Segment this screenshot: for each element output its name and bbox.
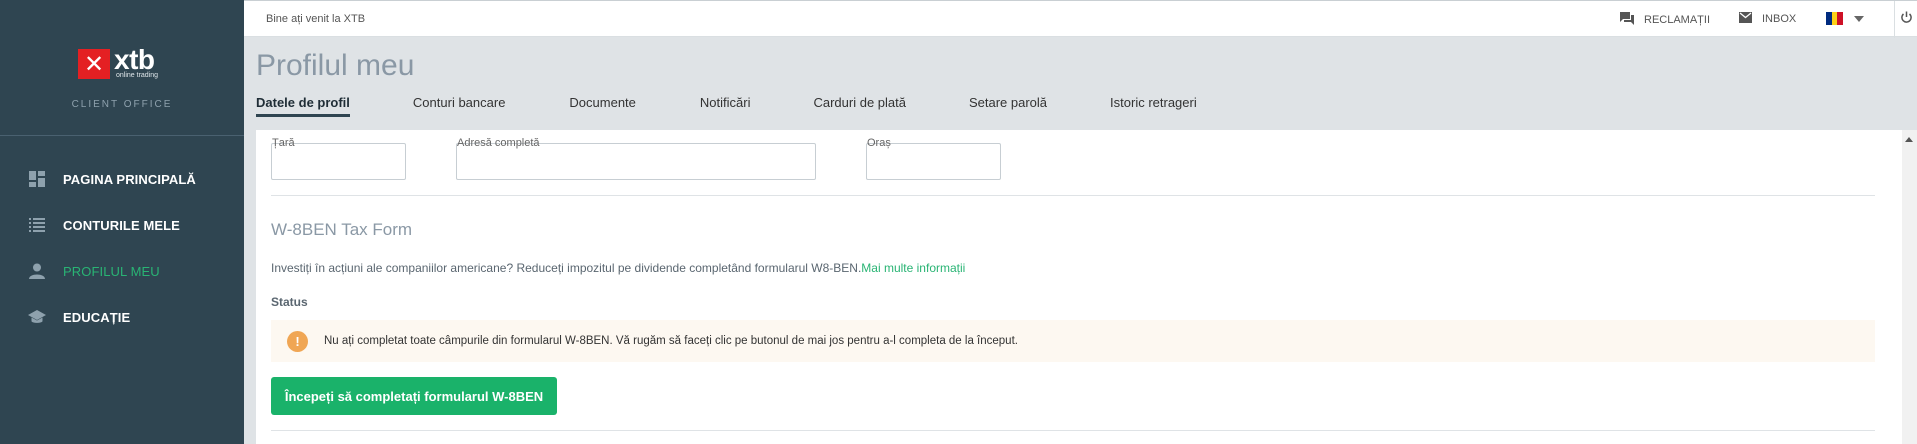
tab-withdrawal-history[interactable]: Istoric retrageri — [1110, 95, 1197, 117]
language-selector[interactable] — [1826, 12, 1864, 25]
tab-payment-cards[interactable]: Carduri de plată — [813, 95, 906, 117]
inbox-link[interactable]: INBOX — [1739, 12, 1796, 26]
tab-password-settings[interactable]: Setare parolă — [969, 95, 1047, 117]
complaints-label: RECLAMAȚII — [1644, 14, 1711, 26]
content-scrollbar[interactable] — [1902, 130, 1917, 444]
warning-text: Nu ați completat toate câmpurile din for… — [324, 335, 1018, 347]
welcome-text: Bine ați venit la XTB — [266, 13, 366, 25]
logo-mark-icon: ✕ — [78, 49, 110, 79]
logo-brand: xtb — [114, 44, 155, 75]
address-label: Adresă completă — [457, 137, 540, 149]
tab-notifications[interactable]: Notificări — [700, 95, 751, 117]
chevron-down-icon — [1854, 15, 1864, 22]
bottom-divider — [271, 430, 1875, 431]
sidebar-item-education[interactable]: EDUCAȚIE — [0, 294, 244, 340]
logout-button[interactable] — [1894, 1, 1917, 38]
w8ben-title: W-8BEN Tax Form — [271, 220, 413, 239]
more-info-link[interactable]: Mai multe informații — [861, 261, 965, 275]
sidebar-item-home[interactable]: PAGINA PRINCIPALĂ — [0, 156, 244, 202]
start-w8ben-button[interactable]: Începeți să completați formularul W-8BEN — [271, 377, 557, 415]
mail-icon — [1739, 12, 1752, 26]
w8ben-info: Investiți în acțiuni ale companiilor ame… — [271, 261, 965, 275]
page-title: Profilul meu — [256, 49, 415, 82]
country-label: Țară — [272, 137, 295, 149]
status-warning: ! Nu ați completat toate câmpurile din f… — [271, 320, 1875, 362]
tab-profile-data[interactable]: Datele de profil — [256, 95, 350, 117]
sidebar-item-label: CONTURILE MELE — [63, 217, 180, 233]
user-icon — [28, 262, 46, 280]
romania-flag-icon — [1826, 12, 1844, 25]
graduation-cap-icon — [28, 308, 46, 326]
address-field[interactable]: Adresă completă — [456, 137, 816, 180]
sidebar-item-label: PAGINA PRINCIPALĂ — [63, 171, 196, 187]
sidebar-item-label: PROFILUL MEU — [63, 263, 160, 279]
country-field[interactable]: Țară — [271, 137, 406, 180]
sidebar-item-label: EDUCAȚIE — [63, 309, 131, 325]
status-label: Status — [271, 295, 308, 309]
list-icon — [28, 216, 46, 234]
tab-bank-accounts[interactable]: Conturi bancare — [413, 95, 506, 117]
scroll-up-arrow-icon[interactable] — [1905, 137, 1913, 142]
chat-icon — [1620, 12, 1634, 28]
client-office-label: CLIENT OFFICE — [71, 99, 173, 110]
warning-icon: ! — [287, 330, 308, 352]
profile-content: Țară Adresă completă Oraș W-8BEN Tax For… — [256, 130, 1917, 444]
city-label: Oraș — [867, 137, 891, 149]
section-divider — [271, 195, 1875, 196]
sidebar-item-accounts[interactable]: CONTURILE MELE — [0, 202, 244, 248]
sidebar-item-profile[interactable]: PROFILUL MEU — [0, 248, 244, 294]
xtb-logo[interactable]: ✕ xtb online trading — [78, 44, 159, 80]
dashboard-icon — [28, 170, 46, 188]
w8ben-info-text: Investiți în acțiuni ale companiilor ame… — [271, 261, 862, 275]
complaints-link[interactable]: RECLAMAȚII — [1620, 12, 1710, 28]
logo-area: ✕ xtb online trading CLIENT OFFICE — [0, 0, 244, 136]
logo-tagline: online trading — [116, 72, 159, 79]
top-bar: Bine ați venit la XTB RECLAMAȚII INBOX — [244, 0, 1917, 38]
inbox-label: INBOX — [1762, 13, 1797, 25]
power-icon — [1900, 11, 1913, 29]
sidebar: ✕ xtb online trading CLIENT OFFICE PAGIN… — [0, 0, 244, 444]
profile-tabs: Datele de profil Conturi bancare Documen… — [256, 95, 1197, 117]
sidebar-nav: PAGINA PRINCIPALĂ CONTURILE MELE PROFILU… — [0, 156, 244, 340]
tab-documents[interactable]: Documente — [569, 95, 635, 117]
city-field[interactable]: Oraș — [866, 137, 1001, 180]
